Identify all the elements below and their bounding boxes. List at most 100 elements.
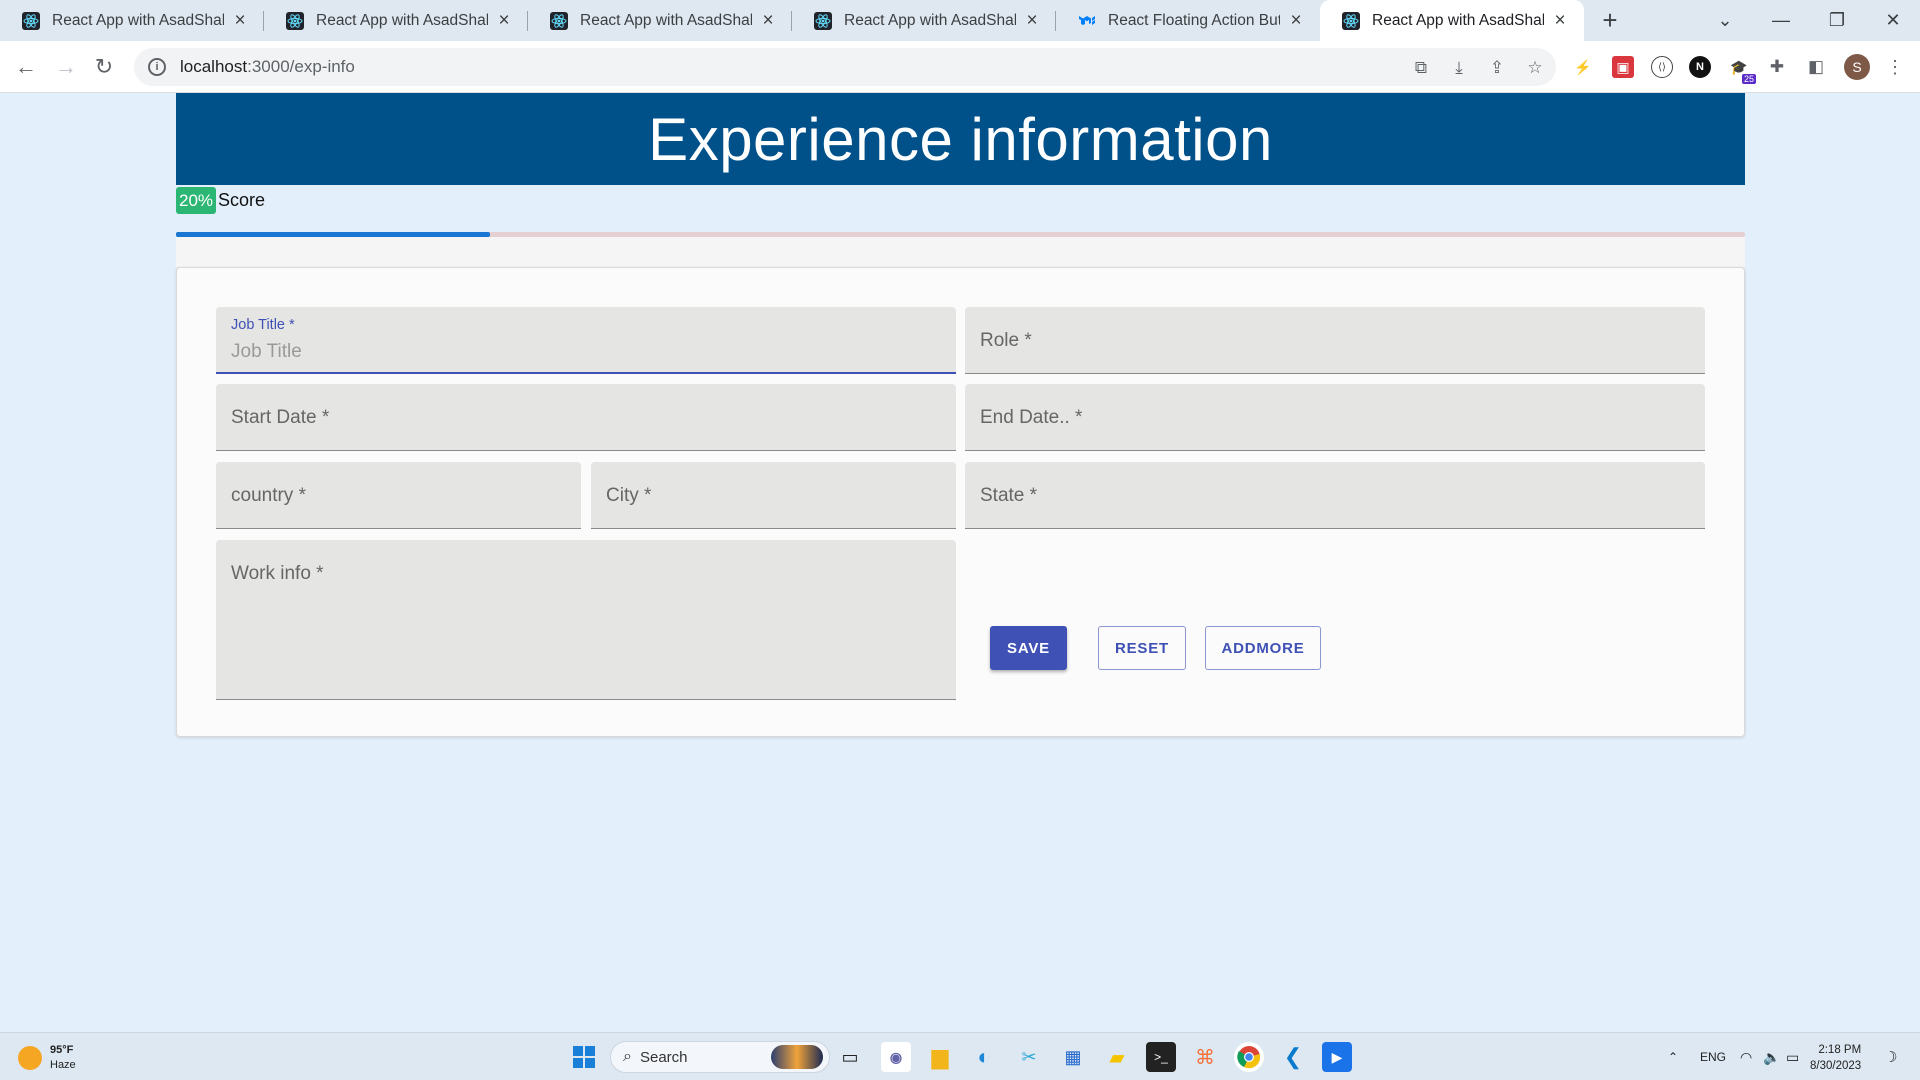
job-title-field[interactable]: Job Title * Job Title xyxy=(216,307,956,374)
tab-title: React App with AsadShahi xyxy=(316,11,488,29)
react-icon xyxy=(22,11,40,30)
extension-code-icon[interactable]: ⟨⟩ xyxy=(1651,56,1673,78)
close-icon[interactable]: × xyxy=(1550,10,1570,32)
volume-icon[interactable]: 🔈 xyxy=(1763,1033,1780,1080)
tab-title: React App with AsadShahi xyxy=(1372,11,1544,29)
browser-tab[interactable]: React App with AsadShahi × xyxy=(528,0,792,41)
role-field[interactable]: Role * xyxy=(965,307,1705,374)
browser-tab[interactable]: React Floating Action Button × xyxy=(1056,0,1320,41)
notifications-icon[interactable]: ☽ xyxy=(1884,1033,1897,1080)
site-info-icon[interactable]: i xyxy=(148,58,166,76)
tab-title: React App with AsadShahi xyxy=(844,11,1016,29)
forward-icon[interactable]: → xyxy=(50,51,82,83)
end-date-field[interactable]: End Date.. * xyxy=(965,384,1705,451)
battery-icon[interactable]: ▭ xyxy=(1786,1033,1799,1080)
score-badge: 20% xyxy=(176,187,217,214)
score-label: Score xyxy=(218,190,266,210)
url-text: localhost:3000/exp-info xyxy=(180,57,355,77)
share-icon[interactable]: ⇪ xyxy=(1486,57,1508,79)
city-field[interactable]: City * xyxy=(591,462,956,529)
start-date-field[interactable]: Start Date * xyxy=(216,384,956,451)
experience-form-card: Job Title * Job Title Role * Start Date … xyxy=(176,267,1745,737)
browser-tab[interactable]: React App with AsadShahi × xyxy=(792,0,1056,41)
tab-title: React App with AsadShahi xyxy=(52,11,224,29)
search-icon: ⌕ xyxy=(623,1048,632,1065)
weather-desc: Haze xyxy=(50,1059,76,1071)
close-icon[interactable]: × xyxy=(1286,10,1306,32)
chrome-icon[interactable] xyxy=(1234,1042,1264,1072)
open-in-app-icon[interactable]: ⧉ xyxy=(1410,57,1432,79)
new-tab-button[interactable]: + xyxy=(1590,0,1630,41)
page-header: Experience information xyxy=(176,93,1745,185)
bookmark-star-icon[interactable]: ☆ xyxy=(1524,57,1546,79)
react-icon xyxy=(550,11,568,30)
sticky-notes-icon[interactable]: ▰ xyxy=(1102,1042,1132,1072)
task-view-icon[interactable]: ▭ xyxy=(835,1042,865,1072)
terminal-icon[interactable]: >_ xyxy=(1146,1042,1176,1072)
wifi-icon[interactable]: ◠ xyxy=(1740,1033,1752,1080)
browser-tab[interactable]: React App with AsadShahi × xyxy=(264,0,528,41)
work-info-textarea[interactable]: Work info * xyxy=(216,540,956,700)
country-field[interactable]: country * xyxy=(216,462,581,529)
weather-widget[interactable]: 95°F Haze xyxy=(18,1043,76,1073)
save-button[interactable]: SAVE xyxy=(990,626,1067,670)
state-placeholder: State * xyxy=(980,485,1038,506)
windows-start-icon[interactable] xyxy=(569,1042,599,1072)
store-icon[interactable]: ▦ xyxy=(1058,1042,1088,1072)
score-row: 20% Score xyxy=(176,187,265,214)
vscode-icon[interactable]: ❮ xyxy=(1278,1042,1308,1072)
react-icon xyxy=(814,11,832,30)
browser-tab[interactable]: React App with AsadShahi × xyxy=(0,0,264,41)
extensions-puzzle-icon[interactable]: ✚ xyxy=(1766,56,1788,78)
tab-strip: React App with AsadShahi × React App wit… xyxy=(0,0,1920,41)
file-explorer-icon[interactable]: ▆ xyxy=(925,1042,955,1072)
extension-n-icon[interactable]: N xyxy=(1689,56,1711,78)
avatar[interactable]: S xyxy=(1844,54,1870,80)
city-placeholder: City * xyxy=(606,485,652,506)
tab-title: React Floating Action Button xyxy=(1108,11,1280,29)
taskbar: 95°F Haze ⌕ Search ▭ ◉ ▆ ◐ ✂ ▦ ▰ >_ ⌘ ❮ … xyxy=(0,1032,1920,1080)
country-placeholder: country * xyxy=(231,485,306,506)
start-date-placeholder: Start Date * xyxy=(231,407,330,428)
taskbar-search[interactable]: ⌕ Search xyxy=(610,1041,830,1073)
url-path: :3000/exp-info xyxy=(247,57,355,76)
close-icon[interactable]: × xyxy=(1022,10,1042,32)
weather-sun-icon xyxy=(18,1046,42,1070)
media-player-icon[interactable]: ▶ xyxy=(1322,1042,1352,1072)
menu-kebab-icon[interactable]: ⋮ xyxy=(1884,56,1906,78)
minimize-icon[interactable]: — xyxy=(1753,0,1809,41)
tab-search-icon[interactable]: ⌄ xyxy=(1697,0,1753,41)
reset-button[interactable]: RESET xyxy=(1098,626,1186,670)
back-icon[interactable]: ← xyxy=(10,51,42,83)
address-bar[interactable]: i localhost:3000/exp-info ⧉ ⤓ ⇪ ☆ xyxy=(134,48,1556,86)
extension-badge: 25 xyxy=(1741,74,1756,84)
state-field[interactable]: State * xyxy=(965,462,1705,529)
extension-bolt-icon[interactable]: ⚡ xyxy=(1572,56,1594,78)
language-indicator[interactable]: ENG xyxy=(1700,1033,1726,1080)
tray-chevron-icon[interactable]: ⌃ xyxy=(1668,1033,1678,1080)
clock-date: 8/30/2023 xyxy=(1810,1060,1862,1072)
taskbar-clock[interactable]: 2:18 PM 8/30/2023 xyxy=(1810,1042,1861,1074)
role-placeholder: Role * xyxy=(980,330,1032,351)
extension-red-icon[interactable]: ▣ xyxy=(1612,56,1634,78)
extension-graduation-icon[interactable]: 🎓 25 xyxy=(1728,56,1756,84)
snipping-tool-icon[interactable]: ✂ xyxy=(1014,1042,1044,1072)
install-icon[interactable]: ⤓ xyxy=(1448,57,1470,79)
job-title-label: Job Title * xyxy=(231,317,295,333)
close-icon[interactable]: × xyxy=(494,10,514,32)
tab-title: React App with AsadShahi xyxy=(580,11,752,29)
weather-text: 95°F Haze xyxy=(50,1043,76,1073)
close-icon[interactable]: × xyxy=(230,10,250,32)
browser-toolbar: ← → ↻ i localhost:3000/exp-info ⧉ ⤓ ⇪ ☆ … xyxy=(0,41,1920,93)
weather-temp: 95°F xyxy=(50,1044,74,1056)
side-panel-icon[interactable]: ◧ xyxy=(1805,56,1827,78)
close-icon[interactable]: × xyxy=(758,10,778,32)
browser-tab-active[interactable]: React App with AsadShahi × xyxy=(1320,0,1584,41)
edge-icon[interactable]: ◐ xyxy=(969,1042,999,1072)
addmore-button[interactable]: ADDMORE xyxy=(1205,626,1321,670)
reload-icon[interactable]: ↻ xyxy=(88,51,120,83)
teams-chat-icon[interactable]: ◉ xyxy=(881,1042,911,1072)
xampp-icon[interactable]: ⌘ xyxy=(1190,1042,1220,1072)
restore-icon[interactable]: ❐ xyxy=(1809,0,1865,41)
window-close-icon[interactable]: ✕ xyxy=(1865,0,1920,41)
